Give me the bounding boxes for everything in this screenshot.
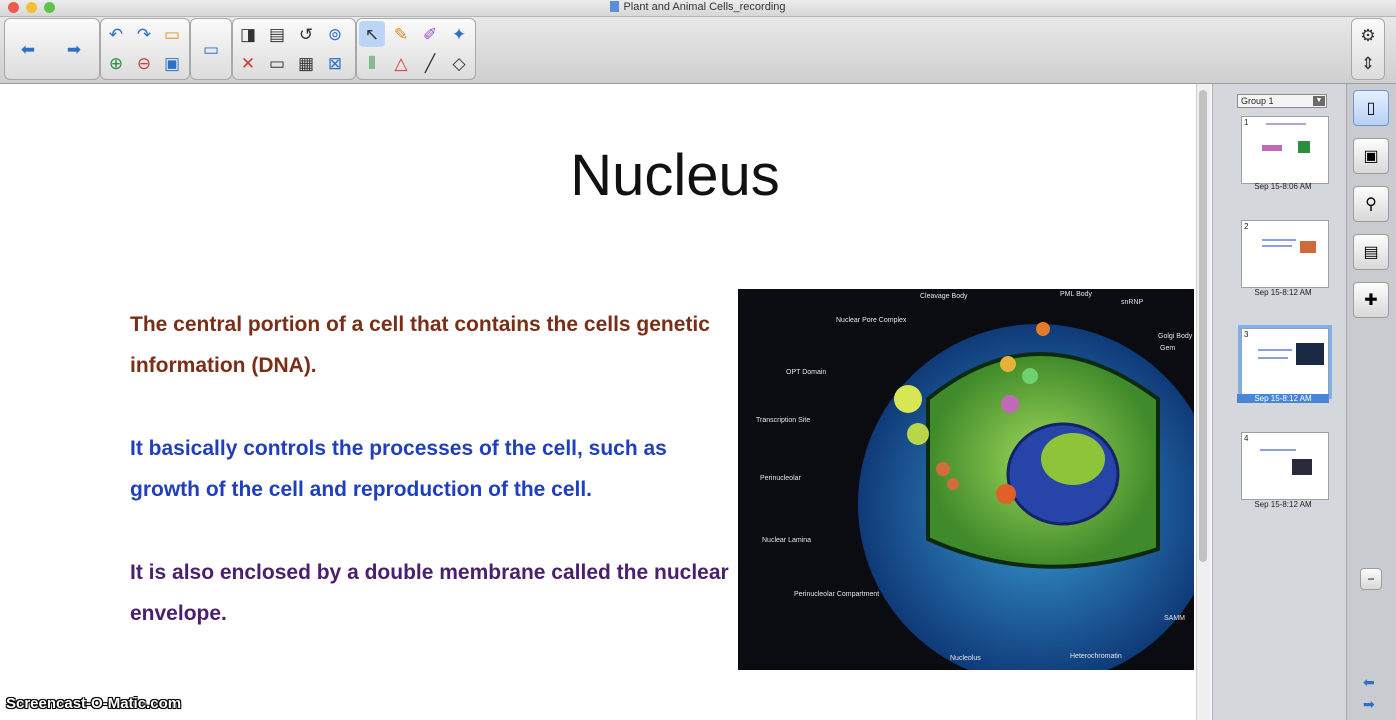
- eraser-multi-button[interactable]: ⦀: [359, 50, 385, 76]
- properties-tab-icon[interactable]: ▤: [1353, 234, 1389, 270]
- label-gem: Gem: [1160, 345, 1176, 352]
- page-thumbnail-3[interactable]: 3: [1238, 325, 1332, 399]
- label-snrnp: snRNP: [1121, 299, 1144, 306]
- label-nuclear-lamina: Nuclear Lamina: [762, 537, 812, 544]
- label-transcription-site: Transcription Site: [756, 417, 811, 424]
- eraser-tool-button[interactable]: ◇: [446, 50, 472, 76]
- open-file-button[interactable]: ▭: [159, 21, 185, 47]
- zoom-button[interactable]: ⊚: [322, 21, 348, 47]
- select-tool-button[interactable]: ↖: [359, 21, 385, 47]
- add-page-button[interactable]: ⊕: [103, 50, 129, 76]
- group-select[interactable]: Group 1 ▼: [1237, 94, 1327, 108]
- drawing-group: ↖ ✎ ✐ ✦ ⦀ △ ╱ ◇: [356, 18, 476, 80]
- magic-pen-button[interactable]: ↺: [293, 21, 319, 47]
- paragraph-definition: The central portion of a cell that conta…: [130, 313, 710, 377]
- file-group: ↶ ↷ ▭ ⊕ ⊖ ▣: [100, 18, 190, 80]
- side-tab-bar: ▯ ▣ ⚲ ▤ ✚ − ⬅ ➡: [1346, 84, 1396, 720]
- collapse-panel-icon[interactable]: −: [1360, 568, 1382, 590]
- page-date-3: Sep 15-8:12 AM: [1237, 394, 1329, 403]
- attachments-tab-icon[interactable]: ⚲: [1353, 186, 1389, 222]
- label-nuclear-pore-complex: Nuclear Pore Complex: [836, 317, 907, 324]
- fit-page-button[interactable]: ⊠: [322, 50, 348, 76]
- page-thumbnail-2[interactable]: 2: [1241, 220, 1329, 288]
- page-date-2: Sep 15-8:12 AM: [1254, 288, 1312, 297]
- main-toolbar: ⬅ ➡ ↶ ↷ ▭ ⊕ ⊖ ▣ ▭ ◨ ▤ ↺ ⊚ ✕ ▭ ▦ ⊠ ↖ ✎ ✐ …: [0, 17, 1396, 84]
- redo-button[interactable]: ↷: [131, 21, 157, 47]
- screen-display-button[interactable]: ▭: [198, 36, 224, 62]
- page-date-1: Sep 15-8:06 AM: [1254, 182, 1312, 191]
- label-golgi-body: Golgi Body: [1158, 333, 1193, 340]
- magic-pen-tool-button[interactable]: ✦: [446, 21, 472, 47]
- window-title: Plant and Animal Cells_recording: [0, 1, 1396, 13]
- table-button[interactable]: ▦: [293, 50, 319, 76]
- display-group: ▭: [190, 18, 232, 80]
- label-nucleolus: Nucleolus: [950, 655, 981, 662]
- cell-illustration: [858, 322, 1194, 670]
- nucleus-diagram-image[interactable]: Cleavage Body PML Body snRNP Nuclear Por…: [738, 289, 1194, 670]
- arrow-left-small-icon[interactable]: ⬅: [1363, 674, 1375, 691]
- toolbar-position-icon[interactable]: ⇕: [1355, 50, 1381, 76]
- paragraph-envelope: It is also enclosed by a double membrane…: [130, 561, 729, 625]
- page-sorter-tab-icon[interactable]: ▯: [1353, 90, 1389, 126]
- undo-button[interactable]: ↶: [103, 21, 129, 47]
- label-heterochromatin: Heterochromatin: [1070, 653, 1122, 660]
- clear-page-button[interactable]: ✕: [235, 50, 261, 76]
- chevron-down-icon: ▼: [1313, 96, 1325, 106]
- slide-canvas[interactable]: Nucleus The central portion of a cell th…: [0, 84, 1196, 720]
- label-samm: SAMM: [1164, 615, 1185, 622]
- slide-title: Nucleus: [570, 143, 780, 208]
- label-opt-domain: OPT Domain: [786, 369, 827, 376]
- line-tool-button[interactable]: ╱: [417, 50, 443, 76]
- document-camera-button[interactable]: ▭: [264, 50, 290, 76]
- capture-button[interactable]: ▤: [264, 21, 290, 47]
- addons-tab-icon[interactable]: ✚: [1353, 282, 1389, 318]
- document-icon: [610, 1, 620, 12]
- scrollbar-thumb[interactable]: [1199, 90, 1207, 562]
- screen-shade-button[interactable]: ◨: [235, 21, 261, 47]
- gear-icon[interactable]: ⚙: [1355, 22, 1381, 48]
- shapes-tool-button[interactable]: △: [388, 50, 414, 76]
- next-page-button[interactable]: ➡: [61, 36, 87, 62]
- save-button[interactable]: ▣: [159, 50, 185, 76]
- label-pml-body: PML Body: [1060, 291, 1093, 298]
- page-date-4: Sep 15-8:12 AM: [1254, 500, 1312, 509]
- label-perinucleolar-compartment: Perinucleolar Compartment: [794, 591, 880, 598]
- navigation-group: ⬅ ➡: [4, 18, 100, 80]
- delete-page-button[interactable]: ⊖: [131, 50, 157, 76]
- label-cleavage-body: Cleavage Body: [920, 293, 968, 300]
- paragraph-function: It basically controls the processes of t…: [130, 437, 667, 501]
- previous-page-button[interactable]: ⬅: [15, 36, 41, 62]
- page-thumbnail-4[interactable]: 4: [1241, 432, 1329, 500]
- label-perinucleolar: Perinucleolar: [760, 475, 801, 482]
- creative-pen-button[interactable]: ✐: [417, 21, 443, 47]
- page-thumbnail-1[interactable]: 1: [1241, 116, 1329, 184]
- vertical-scrollbar[interactable]: [1196, 84, 1211, 720]
- pen-tool-button[interactable]: ✎: [388, 21, 414, 47]
- tools-group: ◨ ▤ ↺ ⊚ ✕ ▭ ▦ ⊠: [232, 18, 356, 80]
- page-sorter-panel: Group 1 ▼ 1 Sep 15-8:06 AM 2 Sep 15-8:12 …: [1212, 84, 1347, 720]
- arrow-right-small-icon[interactable]: ➡: [1363, 696, 1375, 713]
- recording-watermark: Screencast-O-Matic.com: [6, 695, 182, 712]
- window-titlebar: Plant and Animal Cells_recording: [0, 0, 1396, 17]
- settings-group: ⚙ ⇕: [1351, 18, 1385, 80]
- gallery-tab-icon[interactable]: ▣: [1353, 138, 1389, 174]
